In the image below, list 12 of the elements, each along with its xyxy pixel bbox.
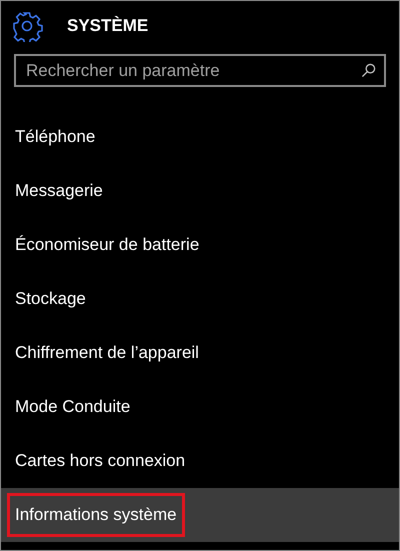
settings-item[interactable]: Chiffrement de l’appareil [1, 326, 399, 380]
settings-item[interactable]: Économiseur de batterie [1, 218, 399, 272]
page-title: SYSTÈME [67, 15, 148, 38]
settings-item[interactable]: Messagerie [1, 164, 399, 218]
settings-item[interactable]: Mode Conduite [1, 380, 399, 434]
settings-item[interactable]: Téléphone [1, 110, 399, 164]
settings-item[interactable]: Cartes hors connexion [1, 434, 399, 488]
settings-icon [11, 10, 43, 42]
settings-item[interactable]: Stockage [1, 272, 399, 326]
settings-item[interactable]: Informations système [1, 488, 399, 542]
search-icon[interactable] [361, 63, 376, 78]
search-field[interactable]: Rechercher un paramètre [14, 54, 386, 87]
